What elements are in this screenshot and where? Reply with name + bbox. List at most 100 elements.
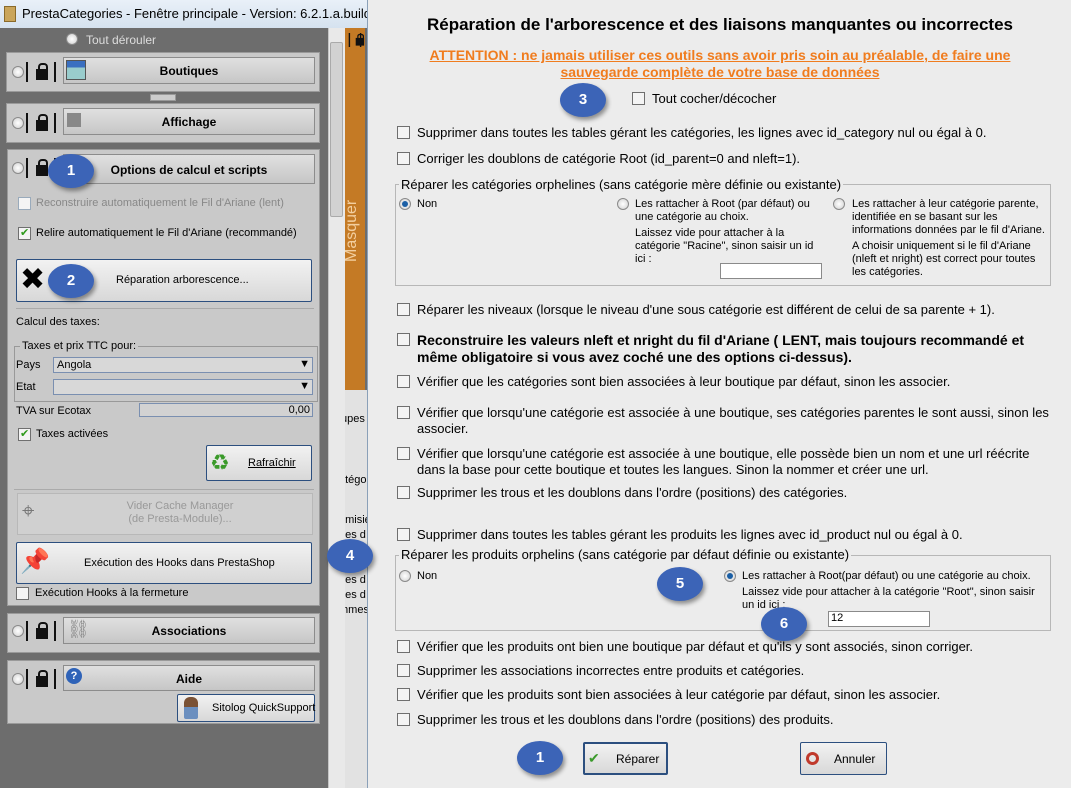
section-radio[interactable]	[12, 625, 24, 637]
option-label: Vérifier que les produits ont bien une b…	[417, 639, 974, 654]
cache-manager-label: Vider Cache Manager (de Presta-Module)...	[60, 500, 300, 526]
orphan-prod-root-label: Les rattacher à Root(par défaut) ou une …	[742, 570, 1031, 582]
orphan-cat-root-radio[interactable]	[617, 198, 629, 210]
hooks-on-close-checkbox[interactable]	[16, 587, 29, 600]
checkbox[interactable]	[397, 406, 410, 419]
ecotax-input[interactable]: 0,00	[139, 403, 313, 417]
divider	[14, 489, 314, 490]
orphan-cat-id-input[interactable]	[720, 263, 822, 279]
orphan-prod-root-radio[interactable]	[724, 570, 736, 582]
splitter-handle[interactable]	[150, 94, 176, 101]
shop-row[interactable]: Vérifier que les catégories sont bien as…	[397, 374, 1047, 390]
option-label: Corriger les doublons de catégorie Root …	[417, 151, 801, 166]
lock-icon[interactable]	[348, 33, 365, 47]
option-label: Supprimer dans toutes les tables gérant …	[417, 125, 987, 140]
rebuild-auto-checkbox[interactable]	[18, 197, 31, 210]
callout-number: 2	[66, 272, 76, 289]
behind-text: atégo	[345, 474, 367, 486]
shop-row[interactable]: Supprimer dans toutes les tables gérant …	[397, 527, 1047, 543]
callout-number: 1	[535, 749, 545, 766]
product-row[interactable]: Supprimer les associations incorrectes e…	[397, 663, 1047, 679]
rebuild-auto-label: Reconstruire automatiquement le Fil d'Ar…	[36, 197, 284, 209]
taxes-enabled-checkbox[interactable]	[18, 427, 31, 441]
product-row[interactable]: Supprimer les trous et les doublons dans…	[397, 712, 1047, 728]
options-button[interactable]: Options de calcul et scripts	[63, 154, 315, 184]
country-label: Pays	[16, 359, 41, 371]
product-row[interactable]: Vérifier que les produits sont bien asso…	[397, 687, 1047, 703]
callout-number: 1	[66, 162, 76, 179]
callout-marker: 2	[48, 264, 120, 298]
orphan-cat-non-radio[interactable]	[399, 198, 411, 210]
checkbox[interactable]	[397, 126, 410, 139]
check-all-checkbox[interactable]	[632, 92, 645, 105]
section-radio[interactable]	[12, 117, 24, 129]
reread-auto-checkbox[interactable]	[18, 226, 31, 240]
shop-row[interactable]: Vérifier que lorsqu'une catégorie est as…	[397, 446, 1057, 478]
help-icon: ?	[66, 668, 82, 684]
cache-manager-subtext: (de Presta-Module)...	[128, 513, 232, 525]
checkbox[interactable]	[397, 664, 410, 677]
orphan-prod-id-input[interactable]: 12	[828, 611, 930, 627]
background-panel: upes atégo emisie pes d pes d pes d mmes	[345, 390, 367, 788]
monitor-icon	[67, 113, 81, 127]
checkbox[interactable]	[397, 152, 410, 165]
shop-row[interactable]: Supprimer les trous et les doublons dans…	[397, 485, 1047, 501]
lock-icon[interactable]	[26, 621, 56, 641]
lock-icon[interactable]	[26, 669, 56, 689]
checkbox[interactable]	[397, 447, 410, 460]
option-label: Supprimer dans toutes les tables gérant …	[417, 527, 963, 542]
orphan-products-legend: Réparer les produits orphelins (sans cat…	[399, 547, 852, 562]
checkbox[interactable]	[397, 486, 410, 499]
aide-button[interactable]: Aide	[63, 665, 315, 691]
affichage-label: Affichage	[161, 115, 217, 129]
state-select[interactable]: ▼	[53, 379, 313, 395]
cat-row[interactable]: Corriger les doublons de catégorie Root …	[397, 151, 1047, 167]
shop-row[interactable]: Vérifier que lorsqu'une catégorie est as…	[397, 405, 1057, 437]
lock-icon[interactable]	[26, 113, 56, 133]
affichage-button[interactable]: Affichage	[63, 108, 315, 135]
section-radio[interactable]	[12, 66, 24, 78]
callout-number: 3	[578, 91, 588, 108]
pin-icon: 📌	[20, 548, 50, 575]
cancel-icon	[806, 752, 819, 765]
expand-all-radio[interactable]	[66, 33, 78, 45]
checkbox[interactable]	[397, 713, 410, 726]
section-radio[interactable]	[12, 673, 24, 685]
lock-icon[interactable]	[26, 62, 56, 82]
checkbox[interactable]	[397, 375, 410, 388]
product-row[interactable]: Vérifier que les produits ont bien une b…	[397, 639, 1047, 655]
orphan-prod-non-radio[interactable]	[399, 570, 411, 582]
orphan-cat-parent-label: Les rattacher à leur catégorie parente, …	[852, 198, 1045, 236]
scrollbar-thumb[interactable]	[330, 42, 343, 217]
recycle-icon: ♻	[210, 450, 230, 475]
chevron-down-icon: ▼	[299, 358, 310, 370]
boutiques-button[interactable]: Boutiques	[63, 57, 315, 84]
checkbox[interactable]	[397, 333, 410, 346]
orphan-cat-non-label: Non	[417, 198, 438, 210]
checkbox[interactable]	[397, 640, 410, 653]
aide-label: Aide	[175, 672, 202, 686]
callout-number: 5	[675, 575, 685, 592]
expand-all-label: Tout dérouler	[86, 33, 157, 47]
callout-marker: 6	[761, 607, 833, 641]
cat-row[interactable]: Supprimer dans toutes les tables gérant …	[397, 125, 1047, 141]
section-radio[interactable]	[12, 162, 24, 174]
checkbox[interactable]	[397, 528, 410, 541]
orphan-prod-non-label: Non	[417, 570, 438, 582]
repair-label: Réparer	[616, 752, 660, 766]
support-person-icon	[184, 697, 198, 719]
rebuild-row[interactable]: Reconstruire les valeurs nleft et nright…	[397, 332, 1047, 366]
checkbox[interactable]	[397, 303, 410, 316]
orphan-cat-parent-radio[interactable]	[833, 198, 845, 210]
hide-tab-label: Masquer	[343, 199, 360, 262]
levels-row[interactable]: Réparer les niveaux (lorsque le niveau d…	[397, 302, 1047, 318]
orphan-categories-legend: Réparer les catégories orphelines (sans …	[399, 177, 844, 192]
associations-button[interactable]: Associations	[63, 617, 315, 644]
check-icon: ✔	[588, 750, 600, 766]
quicksupport-label: Sitolog QuickSupport	[212, 702, 316, 714]
callout-marker: 3	[560, 83, 632, 117]
checkbox[interactable]	[397, 688, 410, 701]
check-all-row[interactable]: Tout cocher/décocher	[632, 91, 776, 107]
repair-dialog: Réparation de l'arborescence et des liai…	[367, 0, 1071, 788]
country-select[interactable]: Angola ▼	[53, 357, 313, 373]
